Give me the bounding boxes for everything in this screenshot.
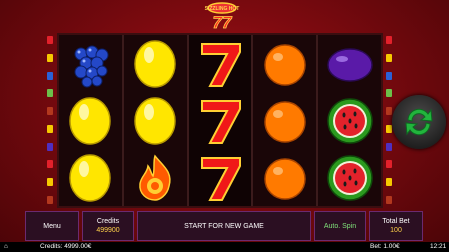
control-bar: Menu Credits 499900 START FOR NEW GAME A… — [0, 211, 449, 241]
seven-icon — [194, 95, 246, 147]
refresh-icon — [405, 108, 433, 136]
total-bet-value: 100 — [390, 227, 402, 234]
seven-icon — [194, 152, 246, 204]
lemon-icon — [64, 95, 116, 147]
plum-icon — [324, 38, 376, 90]
start-label: START FOR NEW GAME — [184, 222, 264, 230]
menu-label: Menu — [43, 222, 61, 230]
star-flame-icon — [129, 152, 181, 204]
watermelon-icon — [324, 95, 376, 147]
credits-value: 499900 — [96, 227, 120, 234]
home-icon[interactable]: ⌂ — [4, 243, 8, 250]
orange-icon — [259, 38, 311, 90]
total-bet-label: Total Bet — [382, 218, 410, 225]
grapes-icon — [64, 38, 116, 90]
status-time: 12:21 — [430, 243, 447, 250]
total-bet-button[interactable]: Total Bet 100 — [369, 211, 423, 241]
reel-5 — [318, 35, 381, 206]
reel-3 — [188, 35, 254, 206]
seven-icon — [194, 38, 246, 90]
reel-2 — [124, 35, 189, 206]
logo-text: SIZZLING HOT — [205, 6, 240, 12]
menu-button[interactable]: Menu — [25, 211, 79, 241]
spin-button[interactable] — [392, 95, 446, 149]
auto-spin-label: Auto. Spin — [323, 222, 357, 230]
payline-indicators-left — [47, 36, 53, 204]
reel-1 — [59, 35, 124, 206]
credits-label: Credits — [96, 218, 120, 225]
auto-spin-button[interactable]: Auto. Spin — [314, 211, 366, 241]
orange-icon — [259, 152, 311, 204]
watermelon-icon — [324, 152, 376, 204]
status-bar: ⌂ Credits: 4999.00€ Bet: 1.00€ 12:21 — [0, 242, 449, 252]
logo-number: 77 — [213, 13, 233, 30]
lemon-icon — [129, 95, 181, 147]
credits-display: Credits 499900 — [82, 211, 134, 241]
start-button[interactable]: START FOR NEW GAME — [137, 211, 311, 241]
status-credits: Credits: 4999.00€ — [40, 243, 92, 250]
orange-icon — [259, 95, 311, 147]
game-logo: SIZZLING HOT 77 — [196, 0, 248, 32]
reel-4 — [253, 35, 319, 206]
lemon-icon — [64, 152, 116, 204]
status-bet: Bet: 1.00€ — [370, 243, 400, 250]
lemon-icon — [129, 38, 181, 90]
reel-area — [57, 33, 383, 208]
